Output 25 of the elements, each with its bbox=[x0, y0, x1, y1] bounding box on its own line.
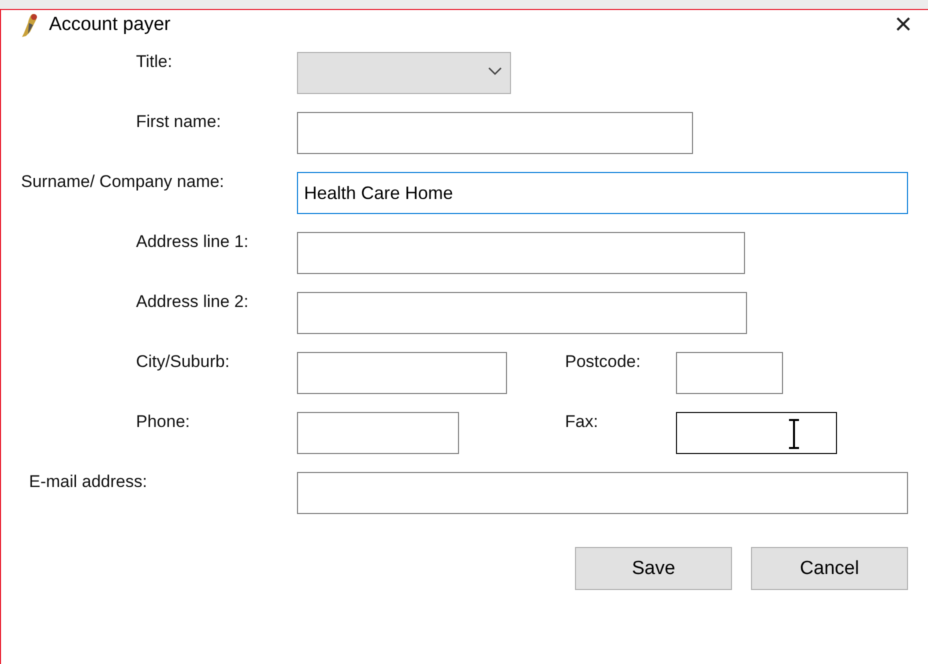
field-label: Postcode: bbox=[565, 351, 641, 371]
text-cursor-icon bbox=[788, 419, 800, 449]
input-field[interactable] bbox=[297, 232, 745, 274]
chevron-down-icon bbox=[488, 67, 502, 76]
close-button[interactable]: × bbox=[888, 10, 918, 40]
field-label: E-mail address: bbox=[29, 471, 148, 491]
input-field[interactable] bbox=[297, 472, 908, 514]
input-field[interactable] bbox=[297, 352, 507, 394]
field-label: Surname/ Company name: bbox=[21, 171, 224, 191]
field-label: Fax: bbox=[565, 411, 598, 431]
cancel-button[interactable]: Cancel bbox=[751, 547, 908, 590]
input-field[interactable] bbox=[297, 112, 693, 154]
input-field[interactable] bbox=[676, 352, 783, 394]
field-label: Address line 1: bbox=[136, 231, 248, 251]
field-label: Address line 2: bbox=[136, 291, 248, 311]
field-label: Title: bbox=[136, 51, 172, 71]
input-field[interactable] bbox=[297, 412, 459, 454]
field-label: City/Suburb: bbox=[136, 351, 230, 371]
field-label: First name: bbox=[136, 111, 222, 131]
window-title: Account payer bbox=[49, 14, 172, 36]
input-field[interactable] bbox=[676, 412, 837, 454]
input-field[interactable] bbox=[297, 292, 747, 334]
field-label: Phone: bbox=[136, 411, 190, 431]
save-button[interactable]: Save bbox=[575, 547, 732, 590]
input-field[interactable]: Health Care Home bbox=[297, 172, 908, 214]
